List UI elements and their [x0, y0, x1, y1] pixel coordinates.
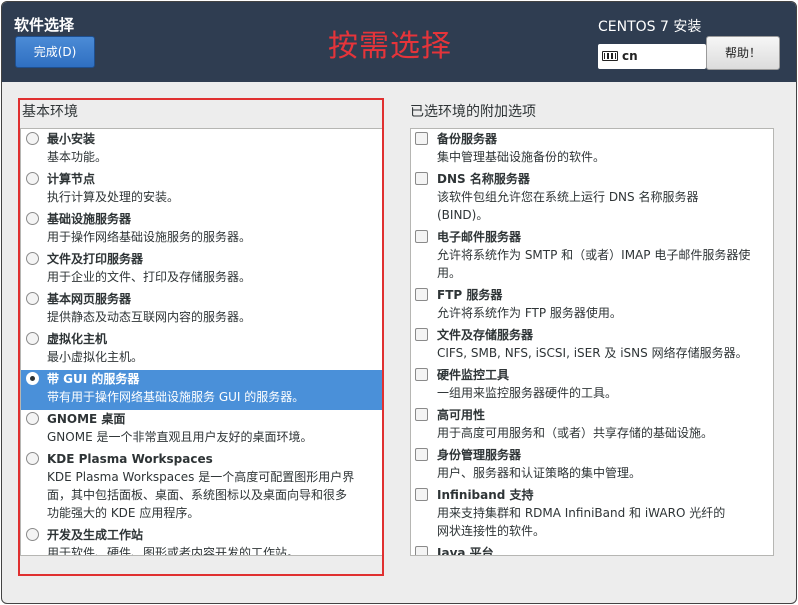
radio-button[interactable] — [26, 452, 39, 465]
addon-option[interactable]: 硬件监控工具一组用来监控服务器硬件的工具。 — [411, 366, 773, 406]
option-name: 电子邮件服务器 — [437, 230, 522, 244]
environment-option[interactable]: GNOME 桌面 GNOME 是一个非常直观且用户友好的桌面环境。 — [21, 410, 383, 450]
option-name: 带 GUI 的服务器 — [47, 372, 140, 386]
option-name: 基础设施服务器 — [47, 212, 132, 226]
option-description: (BIND)。 — [437, 208, 489, 222]
annotation-text: 按需选择 — [328, 29, 452, 64]
page-title: 软件选择 — [14, 16, 75, 34]
option-description: 用户、服务器和认证策略的集中管理。 — [437, 466, 642, 480]
option-name: KDE Plasma Workspaces — [47, 452, 213, 466]
option-name: 开发及生成工作站 — [47, 528, 144, 542]
environment-option[interactable]: 最小安装 基本功能。 — [21, 130, 383, 170]
option-description: 最小虚拟化主机。 — [47, 350, 144, 364]
checkbox[interactable] — [415, 132, 428, 145]
radio-button[interactable] — [26, 332, 39, 345]
base-environment-list[interactable]: 最小安装基本功能。计算节点执行计算及处理的安装。 基础设施服务器用于操作网络基础设… — [20, 128, 384, 556]
checkbox[interactable] — [415, 488, 428, 501]
option-name: 基本网页服务器 — [47, 292, 132, 306]
environment-option[interactable]: 基础设施服务器用于操作网络基础设施服务的服务器。 — [21, 210, 383, 250]
option-description: 用于软件、硬件、图形或者内容开发的工作站。 — [47, 546, 300, 556]
option-description: 网状连接性的软件。 — [437, 524, 546, 538]
option-description: GNOME 是一个非常直观且用户友好的桌面环境。 — [47, 430, 313, 444]
option-description: 面，其中包括面板、桌面、系统图标以及桌面向导和很多 — [47, 488, 348, 502]
addon-option[interactable]: 备份服务器集中管理基础设施备份的软件。 — [411, 130, 773, 170]
option-description: KDE Plasma Workspaces 是一个高度可配置图形用户界 — [47, 470, 355, 484]
option-description: 允许将系统作为 FTP 服务器使用。 — [437, 306, 622, 320]
addon-option[interactable]: 身份管理服务器用户、服务器和认证策略的集中管理。 — [411, 446, 773, 486]
option-description: 提供静态及动态互联网内容的服务器。 — [47, 310, 252, 324]
header-bar: 软件选择 完成(D) 按需选择 CENTOS 7 安装 cn 帮助！ — [2, 2, 796, 82]
option-description: 用于高度可用服务和（或者）共享存储的基础设施。 — [437, 426, 714, 440]
checkbox[interactable] — [415, 288, 428, 301]
option-name: 计算节点 — [47, 172, 96, 186]
option-description: 用于操作网络基础设施服务的服务器。 — [47, 230, 252, 244]
option-name: Java 平台 — [437, 546, 494, 556]
radio-button[interactable] — [26, 372, 39, 385]
option-description: 集中管理基础设施备份的软件。 — [437, 150, 606, 164]
environment-option[interactable]: 虚拟化主机最小虚拟化主机。 — [21, 330, 383, 370]
option-name: 文件及存储服务器 — [437, 328, 534, 342]
radio-button[interactable] — [26, 528, 39, 541]
help-button[interactable]: 帮助！ — [706, 36, 780, 70]
option-name: FTP 服务器 — [437, 288, 503, 302]
addons-heading: 已选环境的附加选项 — [410, 104, 536, 120]
radio-button[interactable] — [26, 412, 39, 425]
radio-button[interactable] — [26, 252, 39, 265]
environment-option[interactable]: 文件及打印服务器用于企业的文件、打印及存储服务器。 — [21, 250, 383, 290]
checkbox[interactable] — [415, 546, 428, 555]
option-description: 基本功能。 — [47, 150, 108, 164]
radio-button[interactable] — [26, 292, 39, 305]
option-name: 文件及打印服务器 — [47, 252, 144, 266]
checkbox[interactable] — [415, 230, 428, 243]
option-name: 虚拟化主机 — [47, 332, 108, 346]
keyboard-layout-indicator[interactable]: cn — [598, 44, 706, 69]
addon-option[interactable]: FTP 服务器允许将系统作为 FTP 服务器使用。 — [411, 286, 773, 326]
option-description: 一组用来监控服务器硬件的工具。 — [437, 386, 618, 400]
option-description: 用。 — [437, 266, 462, 280]
addon-option[interactable]: DNS 名称服务器该软件包组允许您在系统上运行 DNS 名称服务器 (BIND)。 — [411, 170, 773, 228]
checkbox[interactable] — [415, 172, 428, 185]
option-description: 执行计算及处理的安装。 — [47, 190, 180, 204]
option-description: 允许将系统作为 SMTP 和（或者）IMAP 电子邮件服务器使 — [437, 248, 751, 262]
addon-option[interactable]: 高可用性用于高度可用服务和（或者）共享存储的基础设施。 — [411, 406, 773, 446]
environment-option[interactable]: 基本网页服务器提供静态及动态互联网内容的服务器。 — [21, 290, 383, 330]
radio-button[interactable] — [26, 212, 39, 225]
option-name: 身份管理服务器 — [437, 448, 522, 462]
installer-window: 软件选择 完成(D) 按需选择 CENTOS 7 安装 cn 帮助！ 基本环境 … — [1, 1, 797, 604]
checkbox[interactable] — [415, 328, 428, 341]
environment-option[interactable]: 计算节点执行计算及处理的安装。 — [21, 170, 383, 210]
done-button[interactable]: 完成(D) — [15, 36, 95, 68]
option-description: CIFS, SMB, NFS, iSCSI, iSER 及 iSNS 网络存储服… — [437, 346, 748, 360]
addon-option[interactable]: Java 平台 — [411, 544, 773, 556]
checkbox[interactable] — [415, 448, 428, 461]
environment-option[interactable]: 带 GUI 的服务器带有用于操作网络基础设施服务 GUI 的服务器。 — [21, 370, 383, 410]
keyboard-icon — [602, 51, 618, 61]
option-description: 功能强大的 KDE 应用程序。 — [47, 506, 200, 520]
keyboard-layout-label: cn — [622, 49, 638, 63]
checkbox[interactable] — [415, 368, 428, 381]
option-description: 该软件包组允许您在系统上运行 DNS 名称服务器 — [437, 190, 699, 204]
radio-button[interactable] — [26, 132, 39, 145]
option-name: 硬件监控工具 — [437, 368, 510, 382]
option-name: GNOME 桌面 — [47, 412, 126, 426]
base-env-heading: 基本环境 — [22, 104, 78, 120]
addon-list[interactable]: 备份服务器 集中管理基础设施备份的软件。 DNS 名称服务器 该软件包组允许您在系统上… — [410, 128, 774, 556]
option-name: 最小安装 — [47, 132, 96, 146]
environment-option[interactable]: KDE Plasma Workspaces KDE Plasma Workspac… — [21, 450, 383, 526]
checkbox[interactable] — [415, 408, 428, 421]
addon-option[interactable]: Infiniband 支持用来支持集群和 RDMA InfiniBand 和 i… — [411, 486, 773, 544]
option-description: 用来支持集群和 RDMA InfiniBand 和 iWARO 光纤的 — [437, 506, 726, 520]
radio-button[interactable] — [26, 172, 39, 185]
product-title: CENTOS 7 安装 — [598, 19, 702, 35]
option-name: 备份服务器 — [437, 132, 498, 146]
addon-option[interactable]: 文件及存储服务器 CIFS, SMB, NFS, iSCSI, iSER 及 iS… — [411, 326, 773, 366]
option-name: 高可用性 — [437, 408, 486, 422]
option-description: 带有用于操作网络基础设施服务 GUI 的服务器。 — [47, 390, 305, 404]
option-name: DNS 名称服务器 — [437, 172, 530, 186]
addon-option[interactable]: 电子邮件服务器允许将系统作为 SMTP 和（或者）IMAP 电子邮件服务器使 用。 — [411, 228, 773, 286]
option-name: Infiniband 支持 — [437, 488, 534, 502]
environment-option[interactable]: 开发及生成工作站用于软件、硬件、图形或者内容开发的工作站。 — [21, 526, 383, 556]
option-description: 用于企业的文件、打印及存储服务器。 — [47, 270, 252, 284]
